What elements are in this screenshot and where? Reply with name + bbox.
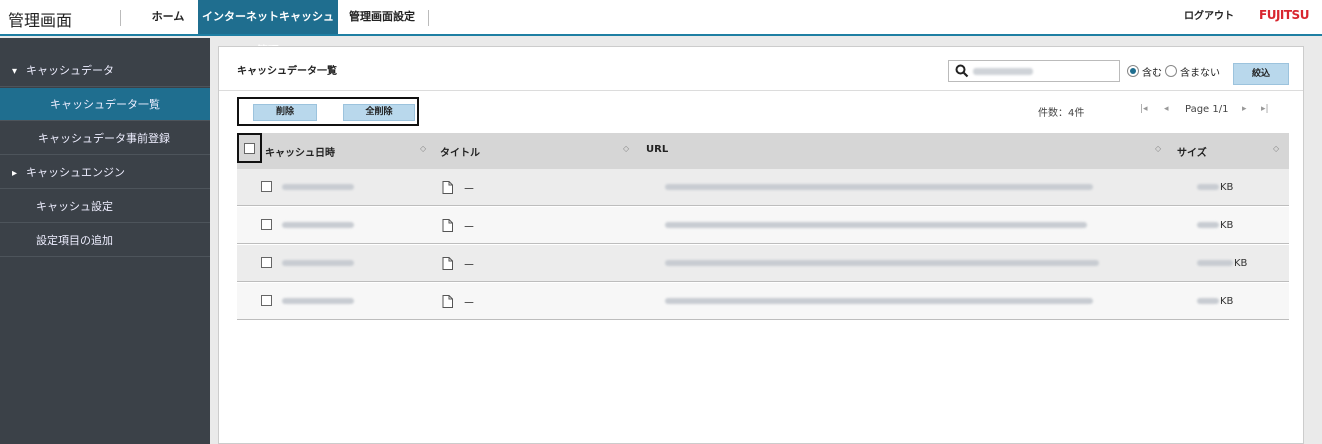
sidebar-item-add-setting[interactable]: 設定項目の追加 xyxy=(0,224,210,257)
url-redacted xyxy=(665,260,1099,266)
chevron-down-icon: ▾ xyxy=(12,66,18,77)
size-unit: KB xyxy=(1234,258,1248,269)
sidebar-item-cache-engine[interactable]: ▸ キャッシュエンジン xyxy=(0,156,210,189)
cache-date-redacted xyxy=(282,222,354,228)
nav-separator xyxy=(428,10,429,26)
cache-date-redacted xyxy=(282,260,354,266)
last-page-icon[interactable]: ▸| xyxy=(1261,104,1269,114)
search-input[interactable] xyxy=(948,60,1120,82)
document-icon xyxy=(442,219,453,232)
page-title: キャッシュデータ一覧 xyxy=(237,66,337,77)
size-unit: KB xyxy=(1220,220,1234,231)
sort-icon[interactable]: ◇ xyxy=(1155,144,1161,153)
sort-icon[interactable]: ◇ xyxy=(623,144,629,153)
filter-button[interactable]: 絞込 xyxy=(1233,63,1289,85)
prev-page-icon[interactable]: ◂ xyxy=(1164,104,1169,114)
cache-date-redacted xyxy=(282,298,354,304)
column-header-title[interactable]: タイトル xyxy=(440,144,480,159)
sidebar-item-cache-list[interactable]: キャッシュデータ一覧 xyxy=(0,88,210,121)
column-header-url[interactable]: URL xyxy=(646,144,668,155)
select-all-checkbox[interactable] xyxy=(244,143,255,154)
row-title: － xyxy=(463,296,476,310)
radio-include-label: 含む xyxy=(1142,68,1162,79)
chevron-right-icon: ▸ xyxy=(12,168,18,179)
size-redacted xyxy=(1197,260,1233,266)
row-checkbox[interactable] xyxy=(261,219,272,230)
table-header: キャッシュ日時 ◇ タイトル ◇ URL ◇ サイズ ◇ xyxy=(237,133,1289,169)
page-indicator: Page 1/1 xyxy=(1185,104,1229,115)
table-row[interactable]: － KB xyxy=(237,169,1289,206)
url-redacted xyxy=(665,184,1093,190)
sort-icon[interactable]: ◇ xyxy=(1273,144,1279,153)
radio-exclude-label: 含まない xyxy=(1180,68,1220,79)
select-all-frame xyxy=(237,133,262,163)
main-panel: キャッシュデータ一覧 含む 含まない 絞込 削除 全削除 件数：4件 |◂ ◂ … xyxy=(218,46,1304,444)
document-icon xyxy=(442,295,453,308)
size-redacted xyxy=(1197,184,1219,190)
delete-button[interactable]: 削除 xyxy=(253,104,317,121)
cache-date-redacted xyxy=(282,184,354,190)
url-redacted xyxy=(665,222,1087,228)
fujitsu-logo: FUJITSU xyxy=(1259,8,1309,22)
size-unit: KB xyxy=(1220,182,1234,193)
nav-internet-cache[interactable]: インターネットキャッシュ管理 xyxy=(198,0,338,57)
row-title: － xyxy=(463,220,476,234)
row-checkbox[interactable] xyxy=(261,295,272,306)
sidebar-item-cache-data[interactable]: ▾ キャッシュデータ xyxy=(0,54,210,87)
table-row[interactable]: － KB xyxy=(237,245,1289,282)
top-bar: 管理画面 ホーム インターネットキャッシュ管理 管理画面設定 ログアウト FUJ… xyxy=(0,0,1322,57)
size-redacted xyxy=(1197,298,1219,304)
row-title: － xyxy=(463,258,476,272)
document-icon xyxy=(442,257,453,270)
column-header-size[interactable]: サイズ xyxy=(1177,144,1207,159)
sidebar-item-label: キャッシュ設定 xyxy=(36,200,113,213)
action-button-group: 削除 全削除 xyxy=(237,97,419,126)
radio-exclude[interactable] xyxy=(1165,65,1177,77)
row-title: － xyxy=(463,182,476,196)
sidebar-item-cache-preregister[interactable]: キャッシュデータ事前登録 xyxy=(0,122,210,155)
sidebar-item-label: キャッシュデータ事前登録 xyxy=(38,132,170,145)
nav-separator xyxy=(120,10,121,26)
radio-include[interactable] xyxy=(1127,65,1139,77)
url-redacted xyxy=(665,298,1093,304)
row-checkbox[interactable] xyxy=(261,257,272,268)
sidebar-item-label: キャッシュエンジン xyxy=(26,166,125,179)
size-redacted xyxy=(1197,222,1219,228)
document-icon xyxy=(442,181,453,194)
panel-header: キャッシュデータ一覧 含む 含まない 絞込 xyxy=(219,47,1303,91)
sidebar-item-cache-settings[interactable]: キャッシュ設定 xyxy=(0,190,210,223)
next-page-icon[interactable]: ▸ xyxy=(1242,104,1247,114)
table-row[interactable]: － KB xyxy=(237,207,1289,244)
column-header-cache-date[interactable]: キャッシュ日時 xyxy=(265,144,335,159)
size-unit: KB xyxy=(1220,296,1234,307)
table-row[interactable]: － KB xyxy=(237,283,1289,320)
nav-admin-settings[interactable]: 管理画面設定 xyxy=(338,0,426,34)
delete-all-button[interactable]: 全削除 xyxy=(343,104,415,121)
app-title: 管理画面 xyxy=(8,11,73,30)
sidebar-item-label: キャッシュデータ一覧 xyxy=(50,98,160,111)
first-page-icon[interactable]: |◂ xyxy=(1140,104,1148,114)
sidebar-item-label: 設定項目の追加 xyxy=(36,234,113,247)
row-checkbox[interactable] xyxy=(261,181,272,192)
nav-home[interactable]: ホーム xyxy=(140,0,196,34)
sort-icon[interactable]: ◇ xyxy=(420,144,426,153)
search-icon xyxy=(955,64,969,78)
record-count: 件数：4件 xyxy=(1038,108,1085,119)
search-value-redacted xyxy=(973,68,1033,75)
logout-link[interactable]: ログアウト xyxy=(1184,0,1234,34)
sidebar: ▾ キャッシュデータ キャッシュデータ一覧 キャッシュデータ事前登録 ▸ キャッシュ… xyxy=(0,38,210,444)
sidebar-item-label: キャッシュデータ xyxy=(26,64,114,77)
